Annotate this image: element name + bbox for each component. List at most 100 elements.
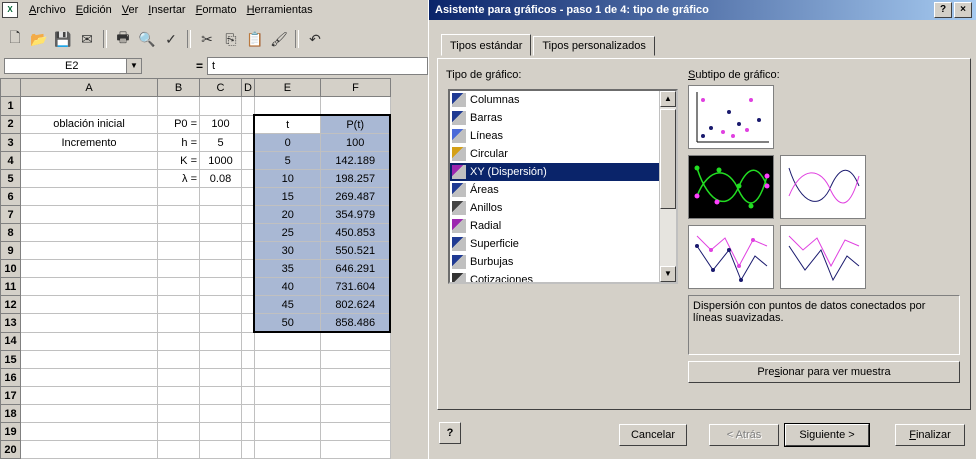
cell-c16[interactable]	[199, 368, 242, 387]
subtype-smooth-lines[interactable]	[780, 155, 866, 219]
cell-e8[interactable]: 25	[253, 223, 321, 242]
close-icon[interactable]: ×	[954, 2, 972, 18]
cell-a9[interactable]	[20, 241, 158, 260]
cell-c5[interactable]: 0.08	[199, 169, 242, 188]
cell-c10[interactable]	[199, 259, 242, 278]
cell-b14[interactable]	[157, 331, 200, 351]
spelling-icon[interactable]: ✓	[160, 29, 182, 49]
save-icon[interactable]: 💾	[52, 29, 74, 49]
row-header[interactable]: 4	[0, 151, 21, 170]
cell-e11[interactable]: 40	[253, 277, 321, 296]
workbook-icon[interactable]: X	[2, 2, 18, 18]
new-icon[interactable]: 🗋	[4, 29, 26, 49]
cell-d15[interactable]	[241, 350, 255, 369]
cell-e14[interactable]	[253, 331, 321, 351]
chart-type-item[interactable]: Superficie	[450, 235, 676, 253]
cell-a16[interactable]	[20, 368, 158, 387]
cell-b8[interactable]	[157, 223, 200, 242]
scrollbar[interactable]: ▲ ▼	[659, 91, 676, 282]
cell-a14[interactable]	[20, 331, 158, 351]
scroll-down-icon[interactable]: ▼	[660, 266, 676, 282]
chart-type-item[interactable]: Anillos	[450, 199, 676, 217]
row-header[interactable]: 3	[0, 133, 21, 152]
cell-b9[interactable]	[157, 241, 200, 260]
cell-d19[interactable]	[241, 422, 255, 441]
copy-icon[interactable]: ⎘	[220, 29, 242, 49]
cell-d9[interactable]	[241, 241, 255, 260]
cell-b18[interactable]	[157, 404, 200, 423]
cell-e17[interactable]	[253, 386, 321, 405]
row-header[interactable]: 12	[0, 295, 21, 314]
cell-e19[interactable]	[253, 422, 321, 441]
paste-icon[interactable]: 📋	[244, 29, 266, 49]
chart-type-item[interactable]: Circular	[450, 145, 676, 163]
menu-item[interactable]: Herramientas	[242, 4, 318, 16]
cell-c11[interactable]	[199, 277, 242, 296]
cell-b12[interactable]	[157, 295, 200, 314]
cell-d16[interactable]	[241, 368, 255, 387]
cell-f13[interactable]: 858.486	[319, 313, 392, 333]
cell-d3[interactable]	[241, 133, 255, 152]
cell-c19[interactable]	[199, 422, 242, 441]
cell-e5[interactable]: 10	[253, 169, 321, 188]
column-header-e[interactable]: E	[253, 78, 321, 97]
select-all-corner[interactable]	[0, 78, 21, 97]
open-icon[interactable]: 📂	[28, 29, 50, 49]
row-header[interactable]: 7	[0, 205, 21, 224]
row-header[interactable]: 6	[0, 187, 21, 206]
menu-item[interactable]: Edición	[71, 4, 117, 16]
cell-f20[interactable]	[319, 440, 391, 459]
row-header[interactable]: 19	[0, 422, 21, 441]
cell-e18[interactable]	[253, 404, 321, 423]
cell-b13[interactable]	[157, 313, 200, 333]
chart-type-item[interactable]: Burbujas	[450, 253, 676, 271]
cell-a3[interactable]: Incremento	[20, 133, 158, 152]
cell-f12[interactable]: 802.624	[319, 295, 392, 314]
next-button[interactable]: Siguiente >	[784, 423, 870, 447]
cell-e7[interactable]: 20	[253, 205, 321, 224]
tab-custom-types[interactable]: Tipos personalizados	[533, 36, 655, 56]
chart-type-item[interactable]: Radial	[450, 217, 676, 235]
chart-type-item[interactable]: XY (Dispersión)	[450, 163, 676, 181]
menu-item[interactable]: Insertar	[143, 4, 190, 16]
cell-e12[interactable]: 45	[253, 295, 321, 314]
chart-type-item[interactable]: Áreas	[450, 181, 676, 199]
cell-c1[interactable]	[199, 96, 242, 116]
print-preview-icon[interactable]: 🔍	[136, 29, 158, 49]
cell-f8[interactable]: 450.853	[319, 223, 392, 242]
tab-standard-types[interactable]: Tipos estándar	[441, 34, 532, 56]
cell-d8[interactable]	[241, 223, 255, 242]
cell-d11[interactable]	[241, 277, 255, 296]
cell-f5[interactable]: 198.257	[319, 169, 392, 188]
column-header-b[interactable]: B	[157, 78, 200, 97]
cell-d12[interactable]	[241, 295, 255, 314]
row-header[interactable]: 17	[0, 386, 21, 405]
chart-type-list[interactable]: Columnas Barras Líneas Circular XY (Dispersi…	[448, 89, 678, 284]
row-header[interactable]: 16	[0, 368, 21, 387]
cell-c6[interactable]	[199, 187, 242, 206]
cell-f3[interactable]: 100	[319, 133, 392, 152]
cell-b3[interactable]: h =	[157, 133, 200, 152]
cell-d17[interactable]	[241, 386, 255, 405]
cell-d10[interactable]	[241, 259, 255, 278]
cell-e16[interactable]	[253, 368, 321, 387]
cell-f18[interactable]	[319, 404, 391, 423]
formula-equals[interactable]: =	[196, 59, 203, 73]
chart-type-item[interactable]: Columnas	[450, 91, 676, 109]
column-header-f[interactable]: F	[319, 78, 391, 97]
preview-button[interactable]: Presionar para ver muestra	[688, 361, 960, 383]
cell-f15[interactable]	[319, 350, 391, 369]
menu-item[interactable]: Formato	[191, 4, 242, 16]
cell-e10[interactable]: 35	[253, 259, 321, 278]
mail-icon[interactable]: ✉	[76, 29, 98, 49]
cell-a12[interactable]	[20, 295, 158, 314]
cell-a17[interactable]	[20, 386, 158, 405]
column-header-c[interactable]: C	[199, 78, 242, 97]
chart-type-item[interactable]: Líneas	[450, 127, 676, 145]
row-header[interactable]: 8	[0, 223, 21, 242]
row-header[interactable]: 18	[0, 404, 21, 423]
cell-d7[interactable]	[241, 205, 255, 224]
subtype-straight-lines[interactable]	[780, 225, 866, 289]
cell-e3[interactable]: 0	[253, 133, 321, 152]
cell-f14[interactable]	[319, 331, 391, 351]
